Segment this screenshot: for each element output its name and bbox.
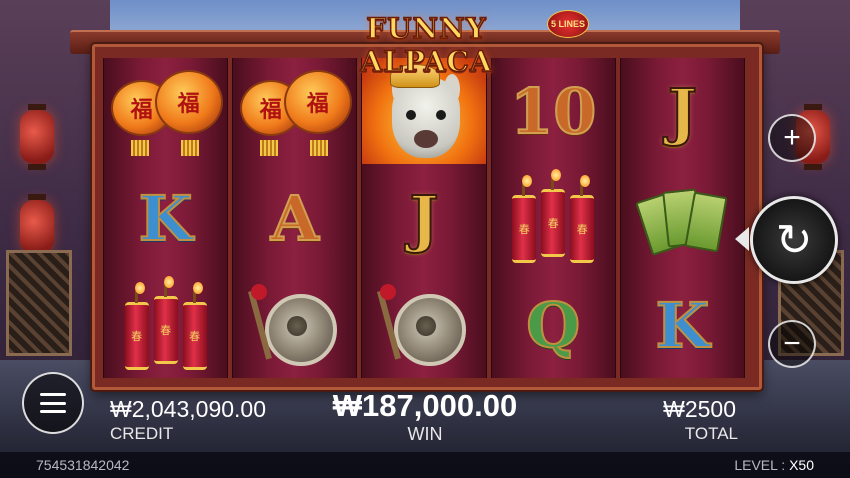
reel-2: 福 福 A [232, 58, 358, 378]
window-lattice [6, 250, 72, 356]
bet-increase-button[interactable]: + [768, 114, 816, 162]
symbol-gong [233, 272, 356, 378]
spin-button[interactable]: ↻ [735, 196, 838, 284]
street-lantern [20, 104, 54, 170]
spin-pointer-icon [735, 227, 749, 251]
total-bet-value: ₩2500 [663, 396, 736, 422]
symbol-k: K [654, 288, 710, 363]
reel-1: 福 福 K 春 春 春 [103, 58, 229, 378]
reel-5: J K [619, 58, 746, 378]
level-indicator: LEVEL : X50 [734, 457, 814, 473]
level-label: LEVEL : [734, 457, 786, 473]
game-logo: FUNNY ALPACA 5 LINES [304, 8, 589, 79]
bet-decrease-button[interactable]: − [768, 320, 816, 368]
total-bet-label: TOTAL [684, 424, 738, 443]
symbol-firecracker: 春 春 春 [492, 165, 615, 271]
reels: 福 福 K 春 春 春 福 福 A J 10 春 春 春 Q J K [103, 58, 746, 378]
level-value: X50 [789, 457, 814, 473]
minus-icon: − [783, 327, 801, 360]
reel-4: 10 春 春 春 Q [490, 58, 616, 378]
plus-icon: + [783, 121, 801, 154]
spin-icon: ↻ [775, 215, 813, 265]
game-title: FUNNY ALPACA [360, 11, 493, 79]
symbol-j: J [667, 74, 698, 149]
symbol-gong [362, 272, 485, 378]
reel-3: J [361, 58, 487, 378]
symbol-j: J [408, 181, 439, 256]
symbol-a: A [270, 181, 320, 256]
lines-badge: 5 LINES [547, 10, 589, 38]
symbol-tiles [621, 165, 744, 271]
game-round-id: 754531842042 [36, 457, 130, 473]
symbol-firecracker: 春 春 春 [104, 272, 227, 378]
symbol-lantern: 福 福 [104, 58, 227, 164]
symbol-q: Q [525, 288, 581, 363]
symbol-k: K [138, 181, 194, 256]
street-lantern [20, 194, 54, 260]
